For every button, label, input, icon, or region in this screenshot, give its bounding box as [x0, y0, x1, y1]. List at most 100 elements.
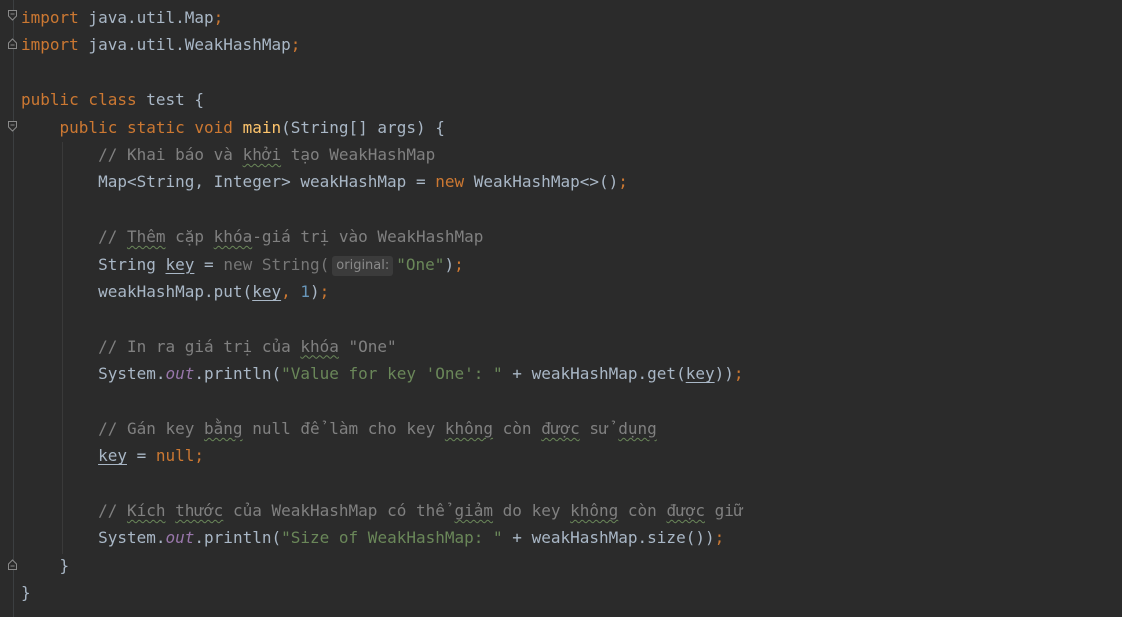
comment-text: cặp	[165, 227, 214, 247]
keyword-token: null;	[155, 446, 205, 466]
variable-ref: key	[685, 364, 715, 384]
code-text: java.util.Map	[78, 8, 214, 27]
gutter-divider	[13, 0, 14, 617]
comment-word-typo: không	[570, 501, 619, 521]
code-line[interactable]	[21, 305, 744, 332]
code-text: .println(	[194, 528, 282, 548]
code-text: )	[444, 254, 455, 274]
keyword-token: ;	[213, 8, 224, 27]
code-text: =	[194, 254, 224, 274]
code-line[interactable]: System.out.println("Size of WeakHashMap:…	[21, 524, 744, 551]
variable-ref: key	[165, 254, 195, 274]
variable-ref: key	[252, 281, 282, 301]
code-text: + weakHashMap.size())	[502, 528, 715, 548]
function-name: main	[242, 117, 282, 137]
code-line[interactable]: // Khai báo và khởi tạo WeakHashMap	[21, 141, 744, 168]
keyword-token: ;	[454, 254, 464, 274]
comment-text: //	[98, 501, 127, 521]
code-text: =	[126, 446, 156, 466]
keyword-token: public static void	[59, 117, 243, 137]
parameter-hint: original:	[332, 255, 394, 276]
code-line[interactable]: // In ra giá trị của khóa "One"	[21, 333, 744, 360]
keyword-token: ;	[290, 35, 301, 55]
code-line[interactable]: weakHashMap.put(key, 1);	[21, 278, 744, 305]
code-line[interactable]: key = null;	[21, 442, 744, 469]
comment-text: còn	[493, 418, 542, 438]
static-field: out	[165, 528, 195, 548]
comment-text: // Khai báo và	[98, 144, 243, 164]
comment-word-typo: Kích	[126, 501, 166, 521]
comment-word-typo: Thêm	[126, 227, 166, 247]
keyword-token: import	[21, 8, 79, 27]
code-text: + weakHashMap.get(	[502, 364, 686, 384]
keyword-token: public class	[21, 90, 147, 110]
code-line[interactable]: // Gán key bằng null để làm cho key khôn…	[21, 415, 744, 442]
code-text: java.util.WeakHashMap	[78, 35, 291, 55]
fold-open-icon[interactable]	[8, 121, 17, 132]
code-text: String	[21, 254, 166, 274]
comment-word-typo: giảm	[454, 501, 494, 521]
code-text: System.	[21, 364, 166, 384]
code-line[interactable]: public static void main(String[] args) {	[21, 114, 744, 141]
code-line[interactable]: }	[21, 579, 744, 606]
keyword-token: ;	[618, 172, 628, 192]
fold-open-icon[interactable]	[8, 10, 17, 21]
code-text: Map<String, Integer> weakHashMap =	[21, 172, 436, 192]
editor-gutter[interactable]	[0, 0, 20, 617]
string-literal: "Value for key 'One': "	[281, 364, 503, 384]
code-text: )	[310, 281, 320, 301]
code-line[interactable]: }	[21, 552, 744, 579]
comment-word-typo: khóa	[300, 336, 339, 356]
code-line[interactable]	[21, 196, 744, 223]
code-text: .println(	[194, 364, 282, 384]
code-text: weakHashMap.put(	[21, 281, 253, 301]
code-line[interactable]: // Kích thước của WeakHashMap có thể giả…	[21, 497, 744, 524]
code-text: ))	[714, 364, 734, 384]
code-line[interactable]: // Thêm cặp khóa-giá trị vào WeakHashMap	[21, 223, 744, 250]
code-text: WeakHashMap<>()	[473, 172, 619, 192]
static-field: out	[165, 364, 195, 384]
code-line[interactable]: Map<String, Integer> weakHashMap = new W…	[21, 168, 744, 195]
code-editor[interactable]: import java.util.Map; import java.util.We…	[0, 0, 1122, 617]
keyword-token: ;	[319, 281, 330, 301]
keyword-token: ,	[281, 281, 301, 301]
fold-close-icon[interactable]	[8, 559, 17, 570]
dimmed-code: new String(	[223, 254, 330, 274]
code-line[interactable]	[21, 387, 744, 414]
code-line[interactable]: import java.util.WeakHashMap;	[21, 31, 744, 58]
comment-text: giữ	[704, 501, 744, 521]
code-line[interactable]: import java.util.Map;	[21, 4, 744, 31]
code-area[interactable]: import java.util.Map; import java.util.We…	[21, 4, 744, 607]
variable-ref: key	[98, 446, 127, 466]
comment-word-typo: được	[541, 418, 580, 438]
code-line[interactable]: String key = new String(original: "One");	[21, 251, 744, 278]
code-line[interactable]	[21, 59, 744, 86]
comment-text: // Gán key	[98, 418, 205, 438]
comment-text	[166, 501, 176, 520]
string-literal: "Size of WeakHashMap: "	[281, 528, 503, 548]
number-literal: 1	[300, 281, 310, 301]
fold-close-icon[interactable]	[8, 38, 17, 49]
keyword-token: ;	[714, 528, 725, 548]
comment-text: tạo WeakHashMap	[281, 144, 436, 164]
comment-text: do key	[493, 501, 571, 521]
comment-word-typo: bằng	[204, 418, 243, 438]
keyword-token: new	[435, 172, 474, 192]
keyword-token: ;	[733, 364, 744, 384]
comment-word-typo: được	[666, 501, 705, 521]
comment-text: "One"	[338, 336, 397, 356]
code-text: System.	[21, 528, 166, 548]
code-line[interactable]: System.out.println("Value for key 'One':…	[21, 360, 744, 387]
comment-text: của WeakHashMap có thể	[223, 501, 455, 521]
keyword-token: import	[21, 35, 79, 55]
comment-text: còn	[618, 501, 667, 521]
code-line[interactable]: public class test {	[21, 86, 744, 113]
code-line[interactable]	[21, 470, 744, 497]
code-text: (String[] args) {	[281, 117, 445, 137]
code-text: }	[21, 583, 31, 603]
